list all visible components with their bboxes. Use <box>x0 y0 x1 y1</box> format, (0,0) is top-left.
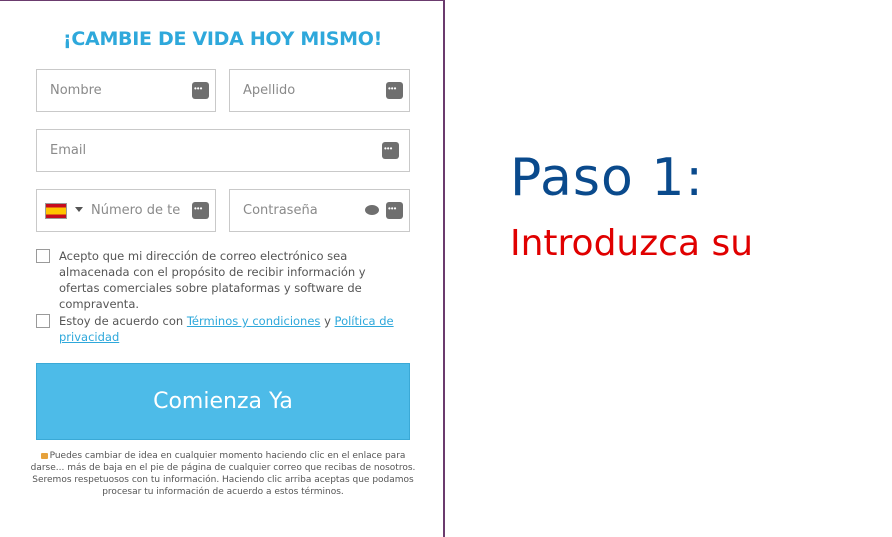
key-dots-icon <box>382 141 399 159</box>
password-field[interactable] <box>229 189 410 232</box>
step-title: Paso 1: <box>510 148 704 208</box>
start-now-button[interactable]: Comienza Ya <box>36 363 410 440</box>
consent-terms-checkbox[interactable] <box>36 314 50 328</box>
phone-input[interactable] <box>37 190 215 231</box>
last-name-input[interactable] <box>230 70 409 111</box>
step-text: Introduzca su <box>510 223 754 264</box>
fineprint-text: Puedes cambiar de idea en cualquier mome… <box>30 451 416 497</box>
eye-icon[interactable] <box>365 205 379 215</box>
consent-storage-checkbox[interactable] <box>36 249 50 263</box>
form-headline: ¡CAMBIE DE VIDA HOY MISMO! <box>63 28 382 50</box>
consent-storage-text: Acepto que mi dirección de correo electr… <box>59 249 366 311</box>
fineprint: Puedes cambiar de idea en cualquier mome… <box>30 450 416 498</box>
email-field[interactable] <box>36 129 410 172</box>
signup-panel: ¡CAMBIE DE VIDA HOY MISMO! Acepto que mi… <box>0 0 445 537</box>
lock-icon <box>40 453 48 459</box>
last-name-field[interactable] <box>229 69 410 112</box>
phone-field[interactable] <box>36 189 216 232</box>
first-name-field[interactable] <box>36 69 216 112</box>
consent-terms-prefix: Estoy de acuerdo con <box>59 314 184 328</box>
password-input[interactable] <box>230 190 409 231</box>
terms-link[interactable]: Términos y condiciones <box>187 314 321 328</box>
key-dots-icon <box>192 201 209 219</box>
key-dots-icon <box>386 81 403 99</box>
consent-terms-and: y <box>324 314 331 328</box>
consent-terms-text: Estoy de acuerdo con Términos y condicio… <box>59 313 399 345</box>
key-dots-icon <box>386 201 403 219</box>
key-dots-icon <box>192 81 209 99</box>
first-name-input[interactable] <box>37 70 215 111</box>
email-input[interactable] <box>37 130 409 171</box>
